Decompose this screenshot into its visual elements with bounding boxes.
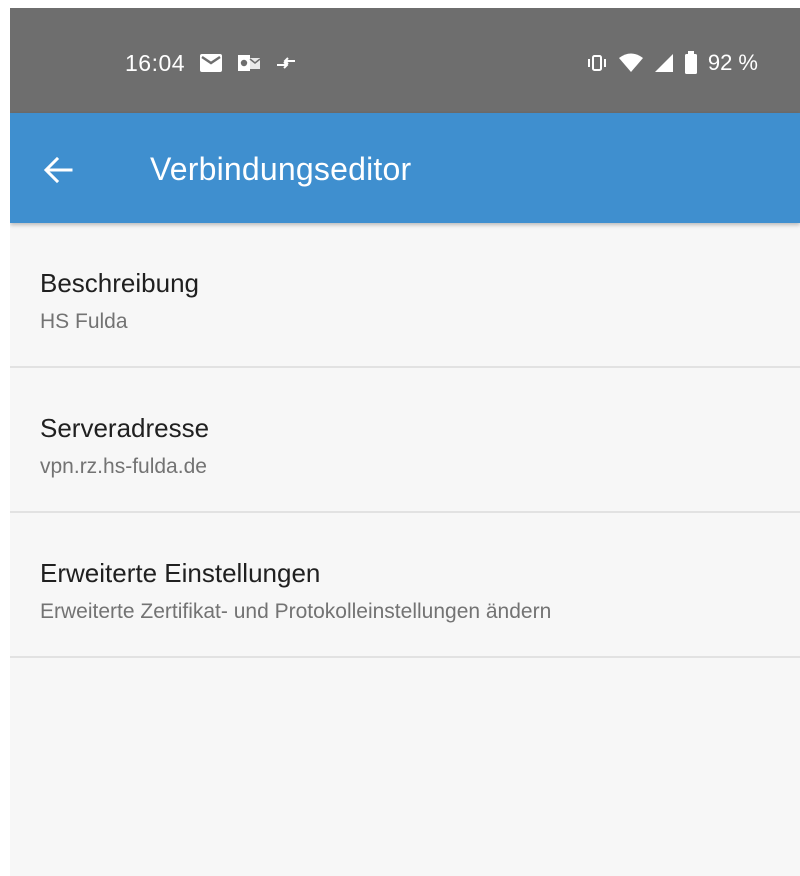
- setting-value: vpn.rz.hs-fulda.de: [40, 455, 207, 478]
- back-button[interactable]: [38, 150, 78, 190]
- setting-value: Erweiterte Zertifikat- und Protokolleins…: [40, 600, 552, 623]
- battery-icon: [684, 51, 698, 75]
- arrow-back-icon: [43, 156, 73, 184]
- setting-title: Erweiterte Einstellungen: [40, 558, 321, 588]
- setting-server-address[interactable]: Serveradresse vpn.rz.hs-fulda.de: [10, 368, 800, 513]
- status-bar-left: 16:04: [125, 48, 297, 78]
- setting-advanced[interactable]: Erweiterte Einstellungen Erweiterte Zert…: [10, 513, 800, 658]
- status-bar: 16:04 92 %: [10, 8, 800, 113]
- vibrate-icon: [586, 53, 608, 73]
- cellular-signal-icon: [654, 53, 674, 73]
- outlook-icon: [237, 53, 261, 73]
- status-time: 16:04: [125, 49, 186, 76]
- wifi-icon: [618, 53, 644, 73]
- setting-value: HS Fulda: [40, 310, 128, 333]
- page-title: Verbindungseditor: [150, 151, 412, 187]
- setting-description[interactable]: Beschreibung HS Fulda: [10, 223, 800, 368]
- setting-title: Beschreibung: [40, 268, 199, 298]
- data-transfer-icon: [275, 55, 297, 71]
- setting-title: Serveradresse: [40, 413, 210, 443]
- battery-percent: 92 %: [707, 50, 758, 75]
- status-bar-right: 92 %: [586, 48, 758, 78]
- screen: 16:04 92 % Verbindungseditor Beschreibun…: [10, 8, 800, 876]
- email-icon: [199, 53, 223, 73]
- app-bar: Verbindungseditor: [10, 113, 800, 223]
- settings-list: Beschreibung HS Fulda Serveradresse vpn.…: [10, 223, 800, 658]
